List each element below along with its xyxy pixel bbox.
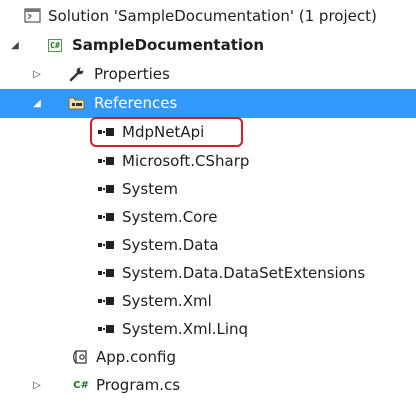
tree-item-program-cs[interactable]: ▷ C# Program.cs bbox=[0, 371, 416, 400]
tree-item-properties[interactable]: ▷ Properties bbox=[0, 60, 416, 89]
reference-item[interactable]: MdpNetApi bbox=[0, 118, 416, 147]
app-config-label: App.config bbox=[96, 348, 176, 366]
reference-item[interactable]: System.Xml bbox=[0, 287, 416, 316]
reference-item[interactable]: System.Data.DataSetExtensions bbox=[0, 259, 416, 288]
assembly-reference-icon bbox=[98, 181, 116, 197]
reference-item[interactable]: System bbox=[0, 175, 416, 204]
reference-label: System bbox=[122, 180, 178, 198]
expanded-arrow-icon[interactable]: ◢ bbox=[8, 31, 22, 60]
assembly-reference-icon bbox=[98, 237, 116, 253]
tree-item-app-config[interactable]: App.config bbox=[0, 343, 416, 372]
collapsed-arrow-icon[interactable]: ▷ bbox=[30, 60, 44, 89]
assembly-reference-icon bbox=[98, 265, 116, 281]
config-file-icon bbox=[72, 349, 90, 365]
assembly-reference-icon bbox=[98, 153, 116, 169]
assembly-reference-icon bbox=[98, 124, 116, 140]
program-cs-label: Program.cs bbox=[96, 376, 181, 394]
solution-explorer-tree: Solution 'SampleDocumentation' (1 projec… bbox=[0, 0, 416, 408]
assembly-reference-icon bbox=[98, 209, 116, 225]
project-label: SampleDocumentation bbox=[72, 36, 265, 54]
reference-label: Microsoft.CSharp bbox=[122, 152, 250, 170]
wrench-icon bbox=[68, 66, 86, 82]
solution-icon bbox=[24, 8, 42, 24]
properties-label: Properties bbox=[94, 65, 170, 83]
collapsed-arrow-icon[interactable]: ▷ bbox=[30, 371, 44, 400]
tree-item-references[interactable]: ◢ References bbox=[0, 89, 416, 118]
reference-label: System.Data.DataSetExtensions bbox=[122, 264, 366, 282]
reference-label: System.Xml.Linq bbox=[122, 320, 249, 338]
reference-item[interactable]: Microsoft.CSharp bbox=[0, 147, 416, 176]
reference-item[interactable]: System.Xml.Linq bbox=[0, 315, 416, 344]
assembly-reference-icon bbox=[98, 293, 116, 309]
references-folder-icon bbox=[68, 95, 86, 111]
csharp-file-icon: C# bbox=[73, 379, 89, 391]
reference-label: System.Xml bbox=[122, 292, 212, 310]
assembly-reference-icon bbox=[98, 321, 116, 337]
tree-item-project[interactable]: ◢ C# SampleDocumentation bbox=[0, 31, 416, 60]
reference-item[interactable]: System.Core bbox=[0, 203, 416, 232]
references-label: References bbox=[94, 94, 178, 112]
reference-label: MdpNetApi bbox=[122, 123, 205, 141]
reference-label: System.Data bbox=[122, 236, 219, 254]
solution-label: Solution 'SampleDocumentation' (1 projec… bbox=[48, 7, 377, 25]
tree-item-solution[interactable]: Solution 'SampleDocumentation' (1 projec… bbox=[0, 2, 416, 31]
csharp-project-icon: C# bbox=[48, 38, 62, 52]
reference-item[interactable]: System.Data bbox=[0, 231, 416, 260]
reference-label: System.Core bbox=[122, 208, 218, 226]
expanded-arrow-icon[interactable]: ◢ bbox=[30, 89, 44, 118]
